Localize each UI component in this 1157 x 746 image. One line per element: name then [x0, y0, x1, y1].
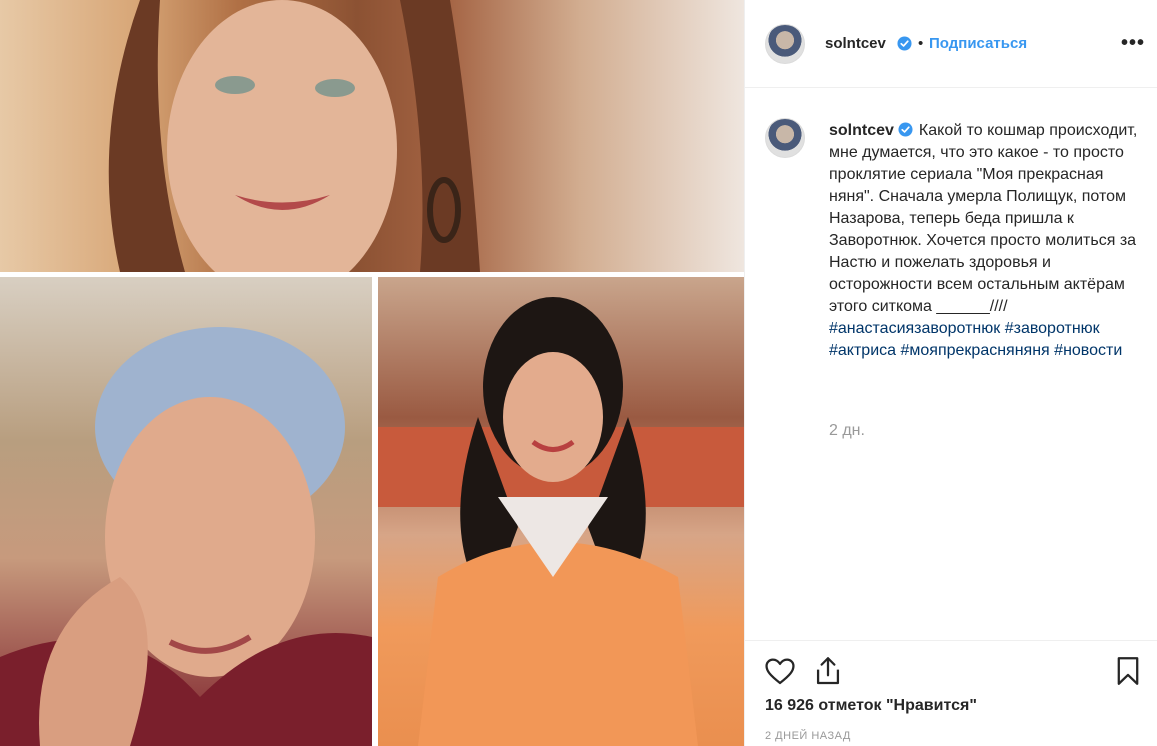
post-side-panel: solntcev • Подписаться ••• solntcev Како… — [744, 0, 1157, 746]
hashtag-link[interactable]: #актриса — [829, 342, 896, 359]
verified-badge-icon — [897, 36, 912, 51]
photo-actress-smiling — [0, 0, 744, 272]
bookmark-icon[interactable] — [1111, 654, 1145, 688]
post-media[interactable] — [0, 0, 744, 746]
heart-icon[interactable] — [763, 654, 797, 688]
caption-text: Какой то кошмар происходит, мне думается… — [829, 122, 1138, 315]
post-timestamp[interactable]: 2 ДНЕЙ НАЗАД — [765, 730, 851, 742]
hashtag-link[interactable]: #анастасиязаворотнюк — [829, 320, 1000, 337]
likes-count[interactable]: 16 926 отметок "Нравится" — [765, 697, 977, 715]
avatar[interactable] — [765, 24, 805, 64]
hashtag-list: #анастасиязаворотнюк #заворотнюк #актрис… — [829, 318, 1139, 362]
comment-age: 2 дн. — [829, 422, 865, 439]
photo-elderly-actress — [0, 277, 372, 746]
separator-dot: • — [918, 35, 924, 52]
caption: solntcev Какой то кошмар происходит, мне… — [829, 120, 1139, 362]
post-actions: 16 926 отметок "Нравится" 2 ДНЕЙ НАЗАД — [745, 640, 1157, 746]
avatar[interactable] — [765, 118, 805, 158]
share-icon[interactable] — [811, 654, 845, 688]
post-header: solntcev • Подписаться ••• — [745, 0, 1157, 88]
follow-button[interactable]: Подписаться — [929, 35, 1027, 52]
photo-actress-orange-dress — [378, 277, 744, 746]
hashtag-link[interactable]: #заворотнюк — [1005, 320, 1100, 337]
hashtag-link[interactable]: #новости — [1054, 342, 1122, 359]
caption-username-link[interactable]: solntcev — [829, 122, 894, 139]
more-options-icon[interactable]: ••• — [1121, 32, 1145, 55]
hashtag-link[interactable]: #мояпрекрасняняня — [901, 342, 1050, 359]
verified-badge-icon — [898, 122, 913, 137]
username-link[interactable]: solntcev — [825, 35, 886, 52]
